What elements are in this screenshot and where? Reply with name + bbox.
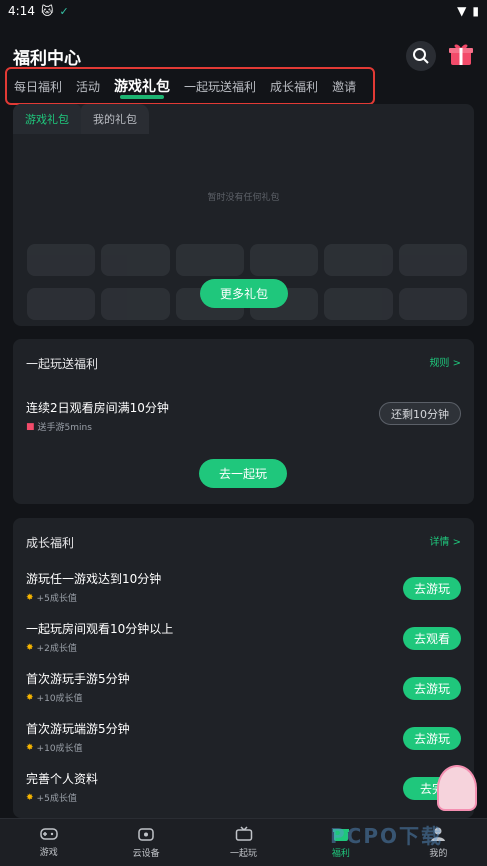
tab-growth[interactable]: 成长福利: [270, 78, 318, 95]
task-name: 首次游玩端游5分钟: [26, 722, 130, 736]
go-play-together-button[interactable]: 去一起玩: [199, 459, 287, 488]
task-name: 完善个人资料: [26, 772, 99, 786]
task-reward: 送手游5mins: [37, 423, 92, 433]
details-link[interactable]: 详情 >: [429, 533, 461, 548]
task-row: 一起玩房间观看10分钟以上 ✸ +2成长值 去观看: [26, 620, 461, 660]
nav-play-together[interactable]: 一起玩: [195, 819, 292, 866]
more-gifts-button[interactable]: 更多礼包: [200, 279, 288, 308]
task-reward: +5成长值: [36, 594, 77, 604]
task-reward: +2成长值: [36, 644, 77, 654]
cat-icon: 🐱: [40, 4, 54, 18]
search-icon: [413, 48, 429, 64]
check-icon: ✓: [59, 4, 69, 18]
tab-invite[interactable]: 邀请: [332, 78, 356, 95]
task-action-button[interactable]: 去观看: [403, 627, 461, 650]
card-title: 一起玩送福利: [26, 357, 99, 371]
task-name: 一起玩房间观看10分钟以上: [26, 622, 174, 636]
task-row: 完善个人资料 ✸ +5成长值 去完: [26, 770, 461, 810]
nav-label: 游戏: [39, 848, 58, 858]
gift-icon: ■: [26, 421, 35, 432]
task-name: 首次游玩手游5分钟: [26, 672, 130, 686]
status-time: 4:14: [8, 4, 35, 18]
status-bar: 4:14 🐱 ✓ ▼ ▮: [0, 0, 487, 22]
battery-icon: ▮: [472, 4, 479, 18]
subtab-game-gift[interactable]: 游戏礼包: [13, 104, 81, 134]
floating-avatar[interactable]: [437, 765, 477, 811]
search-button[interactable]: [406, 41, 436, 71]
wifi-icon: ▼: [457, 4, 467, 18]
task-name: 游玩任一游戏达到10分钟: [26, 572, 162, 586]
gift-card: 游戏礼包 我的礼包 暂时没有任何礼包 更多礼包: [13, 104, 474, 326]
tv-icon: [235, 826, 252, 841]
task-action-button[interactable]: 去游玩: [403, 677, 461, 700]
tab-activity[interactable]: 活动: [76, 78, 100, 95]
watermark-logo: PCPO下载: [330, 824, 443, 848]
gamepad-icon: [39, 828, 58, 840]
growth-card: 成长福利 详情 > 游玩任一游戏达到10分钟 ✸ +5成长值 去游玩 一起玩房间观…: [13, 518, 474, 818]
card-title: 成长福利: [26, 536, 75, 550]
nav-games[interactable]: 游戏: [0, 819, 97, 866]
task-reward: +10成长值: [36, 694, 83, 704]
subtab-my-gift[interactable]: 我的礼包: [81, 104, 149, 134]
gift-icon: [449, 44, 473, 65]
star-icon: ✸: [26, 742, 34, 753]
star-icon: ✸: [26, 642, 34, 653]
task-reward: +10成长值: [36, 744, 83, 754]
task-reward: +5成长值: [36, 794, 77, 804]
task-row: 游玩任一游戏达到10分钟 ✸ +5成长值 去游玩: [26, 570, 461, 610]
category-tabs: 每日福利 活动 游戏礼包 一起玩送福利 成长福利 邀请: [5, 67, 375, 105]
task-action-button[interactable]: 去游玩: [403, 727, 461, 750]
task-action-button[interactable]: 去游玩: [403, 577, 461, 600]
empty-message: 暂时没有任何礼包: [207, 193, 280, 203]
task-name: 连续2日观看房间满10分钟: [26, 401, 169, 415]
star-icon: ✸: [26, 592, 34, 603]
nav-cloud-device[interactable]: 云设备: [97, 819, 194, 866]
rules-link[interactable]: 规则 >: [429, 354, 461, 369]
star-icon: ✸: [26, 692, 34, 703]
tab-daily[interactable]: 每日福利: [14, 78, 62, 95]
tab-game-gift[interactable]: 游戏礼包: [114, 76, 170, 99]
cloud-device-icon: [138, 828, 154, 841]
nav-label: 云设备: [132, 849, 160, 859]
task-row: 首次游玩手游5分钟 ✸ +10成长值 去游玩: [26, 670, 461, 710]
remaining-time-button[interactable]: 还剩10分钟: [379, 402, 461, 425]
page-title: 福利中心: [13, 48, 81, 69]
star-icon: ✸: [26, 792, 34, 803]
task-row: 首次游玩端游5分钟 ✸ +10成长值 去游玩: [26, 720, 461, 760]
play-together-card: 一起玩送福利 规则 > 连续2日观看房间满10分钟 ■ 送手游5mins 还剩1…: [13, 339, 474, 504]
tab-play-together[interactable]: 一起玩送福利: [184, 78, 256, 95]
nav-label: 一起玩: [230, 849, 258, 859]
gift-button[interactable]: [448, 41, 474, 71]
